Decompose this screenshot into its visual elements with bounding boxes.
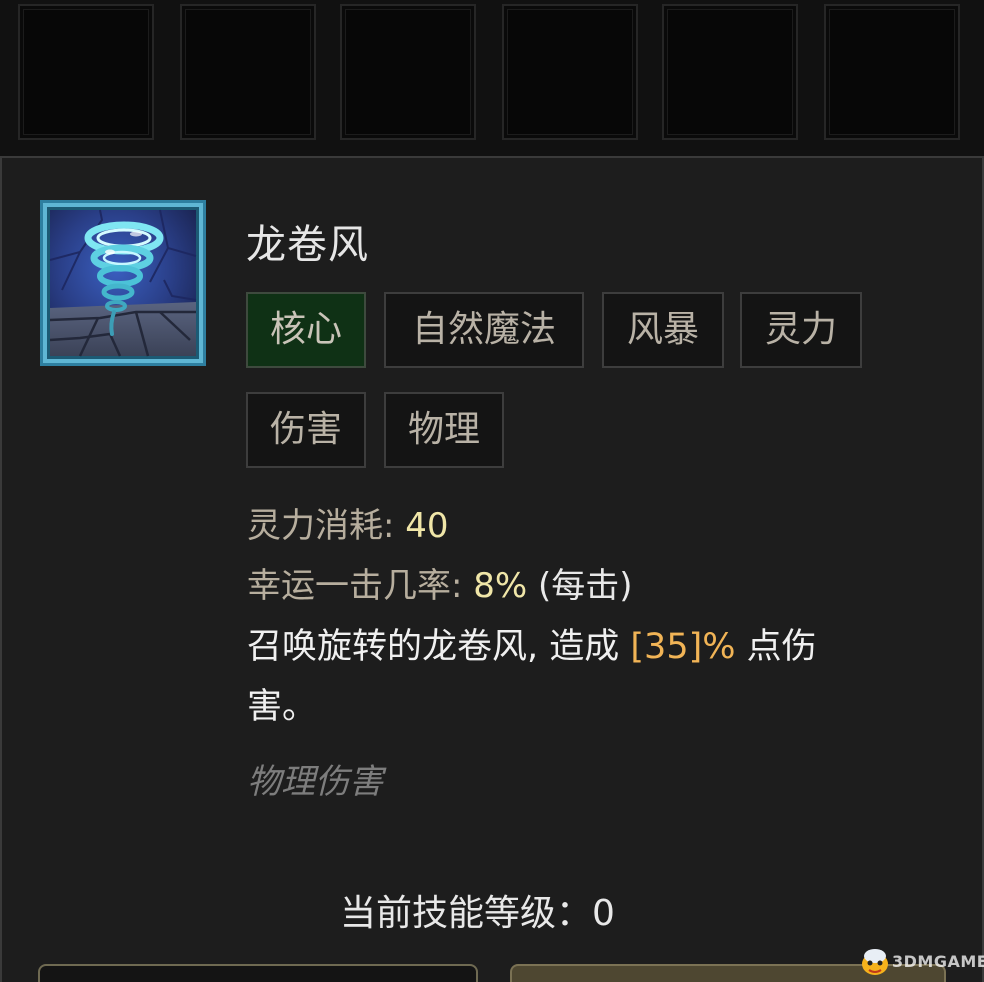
tag-spirit[interactable]: 灵力 bbox=[740, 292, 862, 368]
spirit-cost-line: 灵力消耗: 40 bbox=[247, 498, 449, 547]
skill-slot-bar bbox=[0, 0, 984, 160]
damage-percent: [35]% bbox=[630, 627, 736, 667]
skill-slot[interactable] bbox=[662, 4, 798, 140]
skill-name: 龙卷风 bbox=[246, 222, 369, 268]
skill-slot[interactable] bbox=[180, 4, 316, 140]
tag-storm[interactable]: 风暴 bbox=[602, 292, 724, 368]
tornado-icon[interactable] bbox=[40, 200, 206, 366]
skill-tooltip-panel: 龙卷风 核心 自然魔法 风暴 灵力 伤害 物理 灵力消耗: 40 幸运一击几率:… bbox=[0, 156, 984, 982]
tag-physical[interactable]: 物理 bbox=[384, 392, 504, 468]
left-action-button[interactable] bbox=[38, 964, 478, 982]
lucky-hit-value: 8% bbox=[473, 566, 528, 606]
skill-slot[interactable] bbox=[824, 4, 960, 140]
spirit-cost-value: 40 bbox=[405, 506, 449, 546]
lucky-hit-line: 幸运一击几率: 8% (每击) bbox=[247, 558, 633, 607]
3dm-mascot-icon bbox=[862, 949, 888, 975]
skill-level-value: 0 bbox=[592, 893, 615, 934]
skill-level-label: 当前技能等级： bbox=[340, 893, 593, 934]
description-suffix: 点伤 bbox=[735, 627, 817, 667]
skill-level: 当前技能等级：0 bbox=[340, 884, 615, 936]
damage-type: 物理伤害 bbox=[247, 762, 383, 802]
lucky-hit-label: 幸运一击几率: bbox=[247, 566, 474, 606]
tag-nature-magic[interactable]: 自然魔法 bbox=[384, 292, 584, 368]
watermark-text: 3DMGAME bbox=[892, 952, 984, 971]
skill-description-line-1: 召唤旋转的龙卷风, 造成 [35]% 点伤 bbox=[247, 618, 817, 669]
skill-slot[interactable] bbox=[340, 4, 476, 140]
spirit-cost-label: 灵力消耗: bbox=[247, 506, 406, 546]
lucky-hit-suffix: (每击) bbox=[527, 566, 633, 606]
description-prefix: 召唤旋转的龙卷风, 造成 bbox=[247, 627, 631, 667]
tag-core[interactable]: 核心 bbox=[246, 292, 366, 368]
skill-slot[interactable] bbox=[18, 4, 154, 140]
skill-slot[interactable] bbox=[502, 4, 638, 140]
tag-damage[interactable]: 伤害 bbox=[246, 392, 366, 468]
watermark: 3DMGAME bbox=[858, 944, 984, 978]
game-screen: 龙卷风 核心 自然魔法 风暴 灵力 伤害 物理 灵力消耗: 40 幸运一击几率:… bbox=[0, 0, 984, 982]
skill-description-line-2: 害。 bbox=[247, 687, 318, 727]
